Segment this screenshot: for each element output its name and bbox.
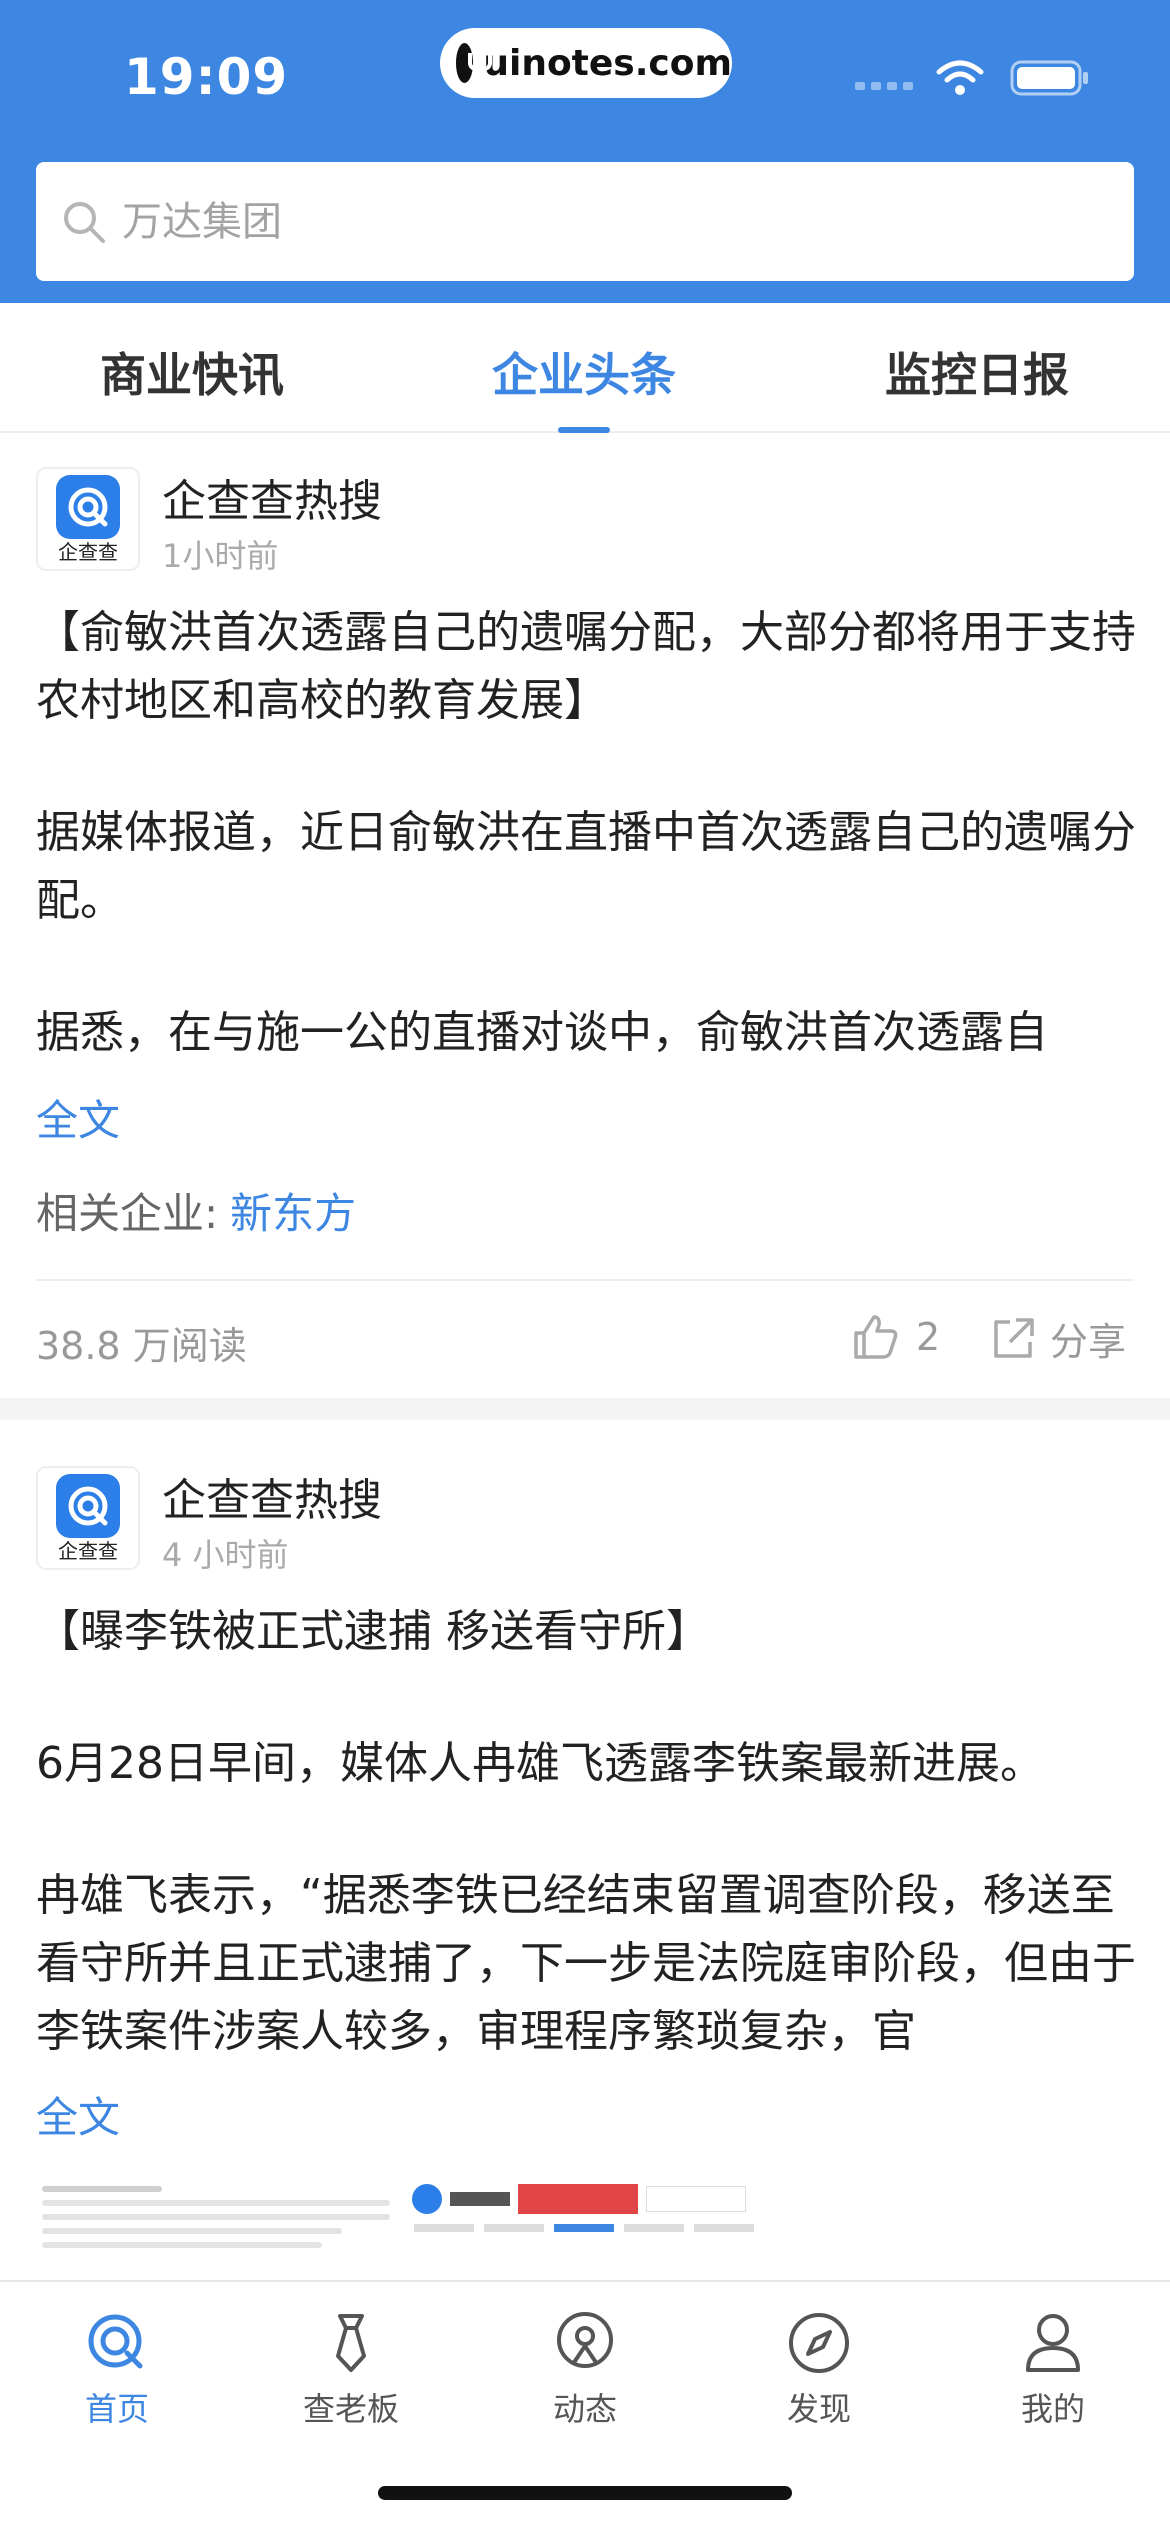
nav-boss[interactable]: 查老板 xyxy=(261,2310,441,2430)
wifi-icon xyxy=(936,60,984,95)
nav-mine[interactable]: 我的 xyxy=(963,2310,1143,2430)
post-paragraph: 6月28日早间，媒体人冉雄飞透露李铁案最新进展。 xyxy=(36,1738,1044,1789)
home-q-icon xyxy=(88,2314,143,2369)
avatar-caption: 企查查 xyxy=(58,540,118,564)
nav-home[interactable]: 首页 xyxy=(27,2310,207,2430)
post-paragraph: 【俞敏洪首次透露自己的遗嘱分配，大部分都将用于支持农村地区和高校的教育发展】 xyxy=(36,607,1136,726)
qichacha-logo-icon xyxy=(412,2184,442,2214)
post-image-thumbnail[interactable] xyxy=(406,2178,766,2278)
tab-monitor-daily[interactable]: 监控日报 xyxy=(885,339,1069,405)
share-button[interactable]: 分享 xyxy=(988,1311,1126,1366)
fulltext-link[interactable]: 全文 xyxy=(36,1087,120,1148)
active-tab-indicator xyxy=(558,427,610,433)
related-companies: 相关企业: 新东方 xyxy=(36,1180,356,1241)
post-paragraph: 据媒体报道，近日俞敏洪在直播中首次透露自己的遗嘱分配。 xyxy=(36,807,1136,926)
broadcast-icon xyxy=(557,2312,613,2368)
related-company-link[interactable]: 新东方 xyxy=(230,1189,356,1238)
post-body[interactable]: 【曝李铁被正式逮捕 移送看守所】 6月28日早间，媒体人冉雄飞透露李铁案最新进展… xyxy=(36,1598,1136,2066)
nav-dynamics[interactable]: 动态 xyxy=(495,2310,675,2430)
nav-label: 发现 xyxy=(786,2390,851,2428)
avatar-caption: 企查查 xyxy=(58,1539,118,1563)
nav-label: 动态 xyxy=(552,2390,617,2428)
nav-label: 查老板 xyxy=(302,2390,399,2428)
search-input[interactable] xyxy=(122,198,1134,245)
tab-bar: 商业快讯 企业头条 监控日报 xyxy=(0,303,1170,433)
qichacha-logo-icon xyxy=(56,475,120,539)
compass-icon xyxy=(789,2313,849,2373)
like-button[interactable]: 2 xyxy=(850,1311,940,1363)
related-label: 相关企业: xyxy=(36,1189,219,1238)
nav-label: 首页 xyxy=(84,2390,149,2428)
site-logo-icon xyxy=(456,43,493,83)
post-time: 4 小时前 xyxy=(162,1536,289,1574)
avatar: 企查查 xyxy=(36,1466,140,1570)
search-bar[interactable] xyxy=(36,162,1134,281)
user-icon xyxy=(1026,2314,1080,2372)
thumbs-up-icon xyxy=(854,1315,898,1359)
divider xyxy=(36,1279,1134,1281)
qichacha-logo-icon xyxy=(56,1474,120,1538)
post-image-thumbnail[interactable] xyxy=(36,2178,396,2278)
battery-icon xyxy=(1010,60,1088,96)
tie-icon xyxy=(336,2314,366,2372)
share-icon xyxy=(994,1317,1034,1358)
post-paragraph: 据悉，在与施一公的直播对谈中，俞敏洪首次透露自 xyxy=(36,1007,1048,1058)
feed-card[interactable]: 企查查 企查查热搜 4 小时前 【曝李铁被正式逮捕 移送看守所】 6月28日早间… xyxy=(0,1420,1170,2280)
url-badge: uinotes.com xyxy=(440,28,732,98)
status-time: 19:09 xyxy=(124,48,289,106)
author-name[interactable]: 企查查热搜 xyxy=(162,465,382,529)
feed-card[interactable]: 企查查 企查查热搜 1小时前 【俞敏洪首次透露自己的遗嘱分配，大部分都将用于支持… xyxy=(0,435,1170,1398)
tab-enterprise-headlines[interactable]: 企业头条 xyxy=(492,339,676,405)
read-count: 38.8 万阅读 xyxy=(36,1324,247,1368)
signal-icon xyxy=(855,82,913,90)
url-text: uinotes.com xyxy=(483,42,732,84)
post-paragraph: 冉雄飞表示，“据悉李铁已经结束留置调查阶段，移送至看守所并且正式逮捕了，下一步是… xyxy=(36,1870,1136,2057)
post-time: 1小时前 xyxy=(162,537,279,575)
like-count: 2 xyxy=(916,1315,941,1359)
home-indicator[interactable] xyxy=(378,2486,792,2500)
fulltext-link[interactable]: 全文 xyxy=(36,2084,120,2145)
author-name[interactable]: 企查查热搜 xyxy=(162,1464,382,1528)
card-separator xyxy=(0,1398,1170,1420)
app-header: 19:09 uinotes.com xyxy=(0,0,1170,303)
nav-label: 我的 xyxy=(1020,2390,1085,2428)
tab-business-news[interactable]: 商业快讯 xyxy=(100,339,284,405)
post-body[interactable]: 【俞敏洪首次透露自己的遗嘱分配，大部分都将用于支持农村地区和高校的教育发展】 据… xyxy=(36,599,1136,1067)
avatar: 企查查 xyxy=(36,467,140,571)
search-icon xyxy=(64,201,105,243)
nav-discover[interactable]: 发现 xyxy=(729,2310,909,2430)
post-paragraph: 【曝李铁被正式逮捕 移送看守所】 xyxy=(36,1606,710,1657)
share-label: 分享 xyxy=(1050,1320,1127,1364)
